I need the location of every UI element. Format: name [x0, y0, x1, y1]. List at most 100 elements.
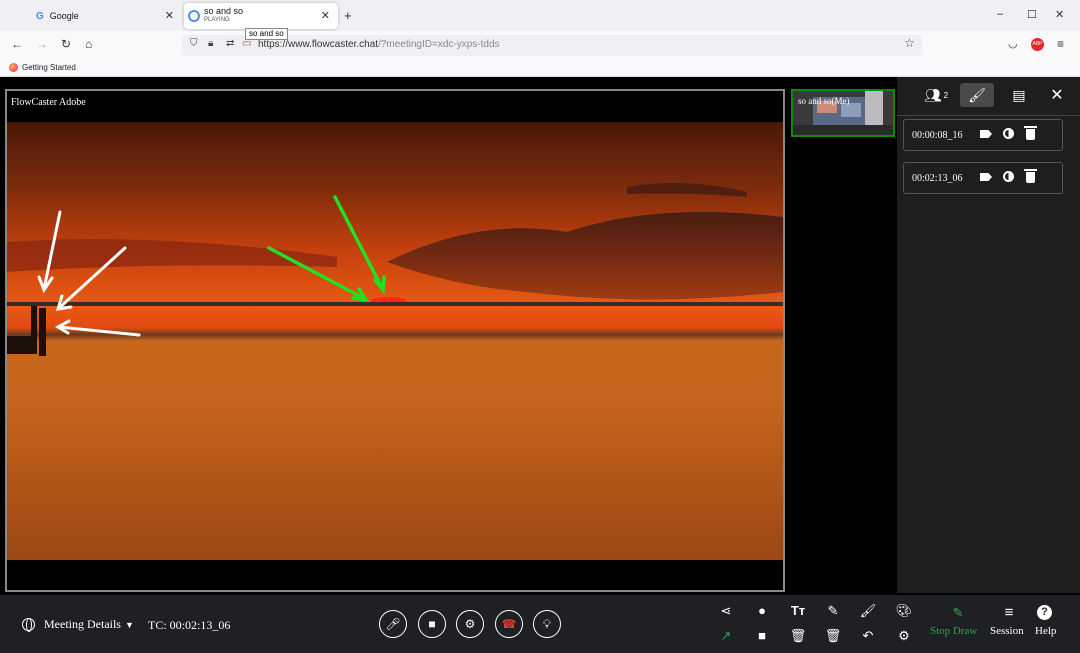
participant-count: 2: [943, 90, 949, 100]
participants-icon: 👥︎: [923, 86, 942, 103]
microphone-icon: 🎤︎: [385, 617, 401, 631]
bookmark-getting-started[interactable]: Getting Started: [9, 63, 76, 72]
url-path: /?meetingID=xdc-yxps-tdds: [378, 39, 500, 50]
lightbulb-icon: 💡︎: [542, 616, 552, 631]
pier-post: [7, 336, 31, 354]
bookmarks-bar: Getting Started: [0, 59, 1080, 77]
video-title: FlowCaster Adobe: [11, 97, 86, 108]
url-text[interactable]: https://www.flowcaster.chat/?meetingID=x…: [258, 39, 500, 50]
white-arrow: [57, 325, 141, 337]
meeting-details-button[interactable]: Meeting Details ▼: [22, 617, 134, 632]
desk: [793, 125, 893, 135]
pier-post: [31, 306, 37, 354]
share-tool-icon[interactable]: ⋖: [716, 603, 736, 619]
url-host: https://www.flowcaster.chat: [258, 39, 379, 50]
horizon-line: [7, 302, 783, 306]
minimize-icon[interactable]: –: [997, 8, 1003, 20]
session-menu-icon[interactable]: ≡: [999, 605, 1019, 621]
close-window-icon[interactable]: ✕: [1055, 8, 1064, 21]
adblock-icon[interactable]: ABP: [1031, 38, 1044, 51]
contrast-icon[interactable]: [997, 128, 1019, 142]
contrast-icon[interactable]: [997, 171, 1019, 185]
tab-markers[interactable]: 🖌︎: [960, 83, 994, 107]
draw-settings-gear-icon[interactable]: ⚙: [894, 628, 914, 644]
cloud-streak: [627, 183, 747, 197]
cloud-streak: [7, 239, 337, 272]
settings-button[interactable]: ⚙: [456, 610, 484, 638]
session-button[interactable]: Session: [990, 625, 1024, 637]
cloud-bank: [387, 212, 783, 300]
marker-timecode[interactable]: 00:00:08_16: [912, 130, 975, 141]
stop-draw-icon[interactable]: ✎: [948, 605, 968, 621]
chat-icon: ▤: [1012, 86, 1026, 103]
globe-icon: [22, 618, 35, 632]
tab-participants[interactable]: 👥︎ 2: [919, 83, 953, 107]
green-arrow: [333, 195, 384, 290]
gear-icon: ⚙: [464, 617, 476, 631]
video-camera-icon: ■: [428, 617, 436, 631]
participant-thumbnail[interactable]: so and so(Me): [791, 89, 895, 137]
bookmark-label: Getting Started: [22, 63, 76, 72]
tab-chat[interactable]: ▤: [1002, 83, 1036, 107]
tag-icon[interactable]: [975, 172, 997, 184]
clear-all-icon[interactable]: 🗑︎: [788, 628, 808, 644]
brush-icon: 🖌︎: [968, 86, 986, 103]
close-panel-icon[interactable]: ✕: [1042, 83, 1072, 107]
trash-icon[interactable]: [1019, 126, 1041, 142]
tab-flowcaster[interactable]: so and so PLAYING ✕: [184, 3, 338, 29]
pocket-icon[interactable]: ◡: [1008, 37, 1018, 50]
text-tool-icon[interactable]: Tт: [788, 603, 808, 619]
pier-post: [39, 308, 46, 356]
close-tab-icon[interactable]: ✕: [165, 9, 174, 22]
hangup-button[interactable]: ☎: [495, 610, 523, 638]
camera-button[interactable]: ■: [418, 610, 446, 638]
timecode-display: TC: 00:02:13_06: [148, 618, 231, 632]
permissions-icon[interactable]: ⇄: [226, 38, 234, 49]
forward-icon[interactable]: →: [36, 37, 48, 51]
tab-title: Google: [49, 11, 79, 21]
nav-bar: ← → ↻ ⌂ ⛉ 🔒︎ ⇄ ▭ https://www.flowcaster.…: [0, 31, 1080, 59]
address-bar[interactable]: ⛉ 🔒︎ ⇄ ▭ https://www.flowcaster.chat/?me…: [182, 35, 922, 56]
marker-item[interactable]: 00:02:13_06: [903, 162, 1063, 194]
spotlight-button[interactable]: 💡︎: [533, 610, 561, 638]
panel-divider: [897, 115, 1080, 116]
circle-tool-icon[interactable]: ●: [752, 603, 772, 619]
tab-google[interactable]: G Google ✕: [30, 3, 182, 29]
bookmark-star-icon[interactable]: ☆: [904, 36, 915, 50]
green-arrow-head: [373, 275, 386, 295]
trash-icon[interactable]: [1019, 169, 1041, 185]
tag-icon[interactable]: [975, 129, 997, 141]
palette-icon[interactable]: 🎨︎: [894, 603, 914, 619]
new-tab-icon[interactable]: +: [344, 8, 352, 23]
arrow-tool-icon[interactable]: ↗: [716, 628, 736, 644]
tab-playing-status: PLAYING: [204, 17, 230, 23]
help-icon[interactable]: ?: [1037, 605, 1052, 620]
stop-draw-button[interactable]: Stop Draw: [930, 625, 977, 637]
chevron-down-icon: ▼: [124, 619, 134, 630]
close-tab-icon[interactable]: ✕: [321, 9, 330, 22]
menu-icon[interactable]: ≡: [1057, 37, 1064, 51]
marker-timecode[interactable]: 00:02:13_06: [912, 173, 975, 184]
reload-icon[interactable]: ↻: [61, 37, 71, 51]
video-player[interactable]: FlowCaster Adobe: [5, 89, 785, 592]
meeting-details-label: Meeting Details: [44, 617, 121, 631]
lock-icon[interactable]: 🔒︎: [208, 38, 213, 49]
undo-icon[interactable]: ↶: [858, 628, 878, 644]
maximize-icon[interactable]: ☐: [1027, 8, 1037, 21]
google-icon: G: [36, 10, 44, 22]
back-icon[interactable]: ←: [11, 37, 23, 51]
brush-tool-icon[interactable]: 🖌︎: [858, 603, 878, 619]
help-button[interactable]: Help: [1035, 625, 1056, 637]
pencil-tool-icon[interactable]: ✎: [823, 603, 843, 619]
participant-name: so and so(Me): [798, 96, 850, 106]
firefox-icon: [9, 63, 18, 72]
home-icon[interactable]: ⌂: [85, 37, 92, 51]
green-arrows: [267, 195, 386, 303]
microphone-button[interactable]: 🎤︎: [379, 610, 407, 638]
marker-item[interactable]: 00:00:08_16: [903, 119, 1063, 151]
sunset-video-frame[interactable]: [7, 122, 783, 560]
shield-icon[interactable]: ⛉: [190, 38, 198, 49]
rectangle-tool-icon[interactable]: ■: [752, 628, 772, 644]
clear-mine-icon[interactable]: 🗑︎: [823, 628, 843, 644]
bottom-toolbar: Meeting Details ▼ TC: 00:02:13_06 🎤︎ ■ ⚙…: [0, 595, 1080, 653]
